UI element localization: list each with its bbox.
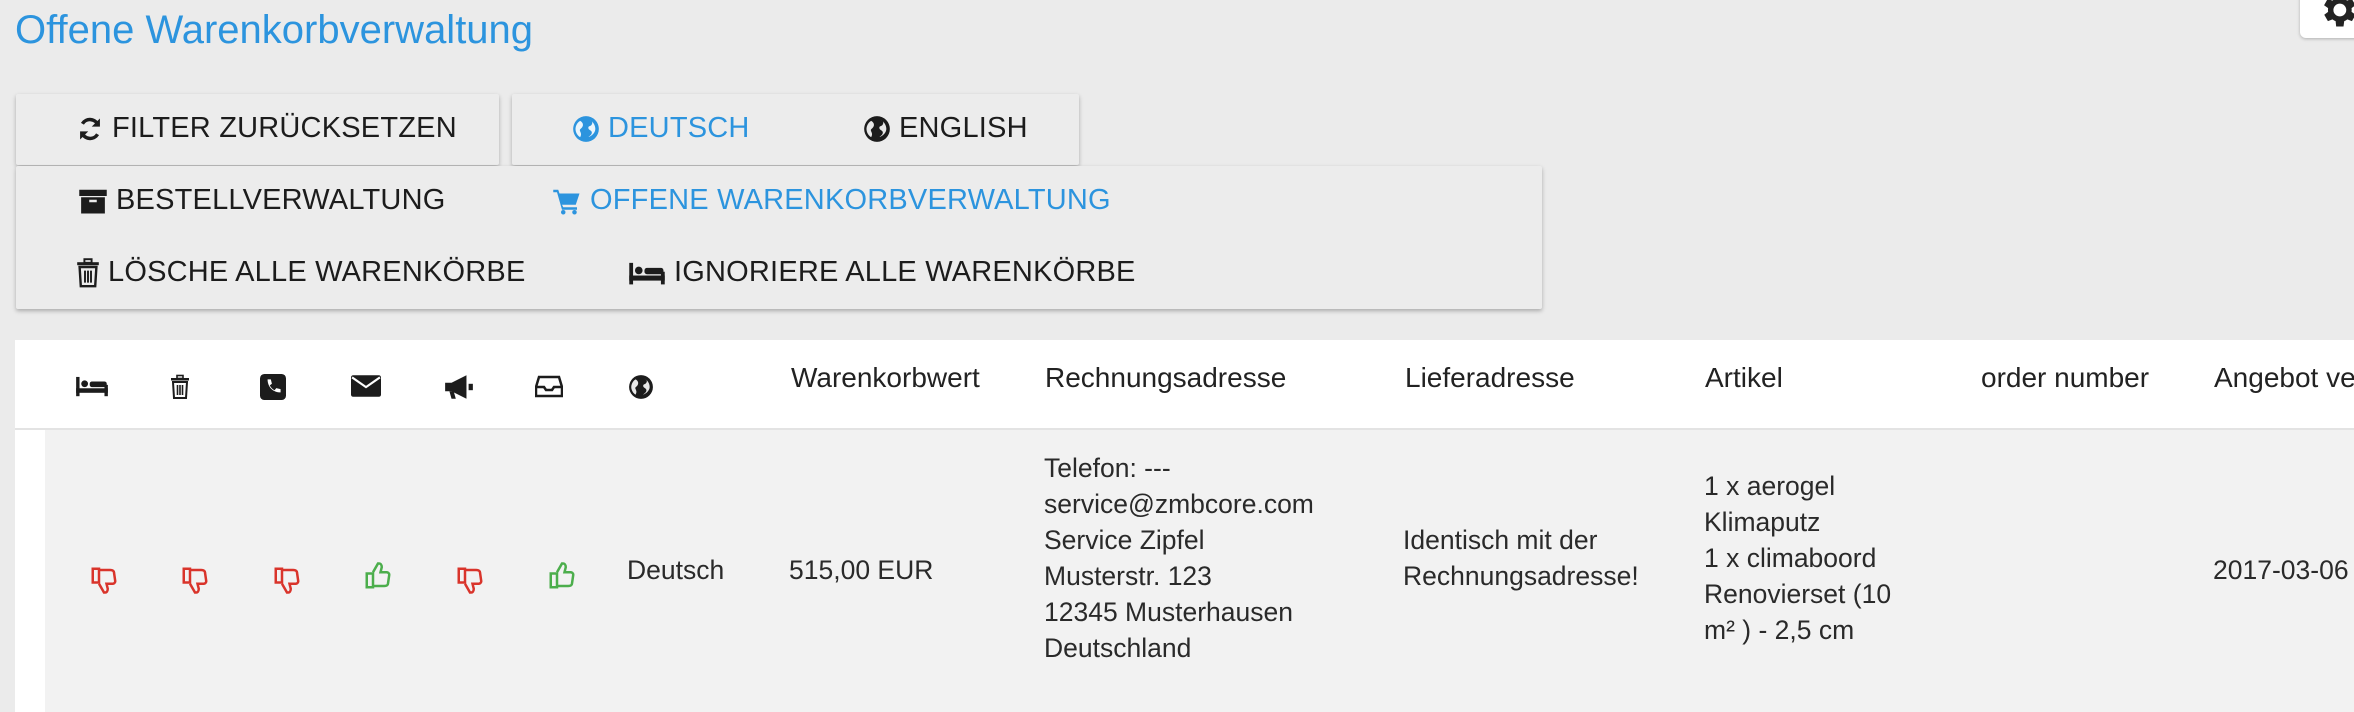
bullhorn-icon[interactable] [443, 374, 475, 400]
item-line-1: 1 x aerogel [1704, 471, 1836, 501]
reset-filter-button[interactable]: FILTER ZURÜCKSETZEN [76, 112, 457, 145]
cell-items: 1 x aerogel Klimaputz 1 x climaboord Ren… [1704, 468, 1891, 648]
billing-country: Deutschland [1044, 633, 1192, 663]
reset-filter-group: FILTER ZURÜCKSETZEN [16, 94, 499, 165]
language-en-button[interactable]: ENGLISH [863, 112, 1028, 145]
table-header: Warenkorbwert Rechnungsadresse Lieferadr… [15, 340, 2354, 430]
refresh-icon [80, 117, 100, 140]
thumbs-down-icon[interactable] [455, 565, 485, 595]
settings-button[interactable] [2300, 0, 2354, 38]
open-carts-label: OFFENE WARENKORBVERWALTUNG [590, 184, 1111, 216]
cell-shipping-address: Identisch mit der Rechnungsadresse! [1403, 522, 1639, 594]
envelope-icon[interactable] [351, 374, 381, 398]
cart-icon [553, 189, 580, 214]
globe-icon[interactable] [628, 374, 654, 400]
language-de-button[interactable]: DEUTSCH [572, 112, 750, 145]
page-title: Offene Warenkorbverwaltung [15, 8, 534, 52]
thumbs-down-icon[interactable] [180, 565, 210, 595]
delete-all-carts-label: LÖSCHE ALLE WARENKÖRBE [108, 256, 526, 288]
navigation-group: BESTELLVERWALTUNG OFFENE WARENKORBVERWAL… [16, 166, 1542, 309]
billing-street: Musterstr. 123 [1044, 561, 1212, 591]
thumbs-down-icon[interactable] [89, 565, 119, 595]
cell-cart-value: 515,00 EUR [789, 555, 934, 585]
cell-language: Deutsch [627, 555, 725, 585]
language-group: DEUTSCH ENGLISH [512, 94, 1079, 165]
billing-phone: Telefon: --- [1044, 453, 1171, 483]
cell-billing-address: Telefon: --- service@zmbcore.com Service… [1044, 450, 1314, 666]
column-header-offer[interactable]: Angebot ve [2214, 362, 2354, 394]
column-header-billing-address[interactable]: Rechnungsadresse [1045, 362, 1286, 394]
carts-table: Warenkorbwert Rechnungsadresse Lieferadr… [15, 340, 2354, 712]
open-carts-button[interactable]: OFFENE WARENKORBVERWALTUNG [552, 184, 1111, 217]
ignore-all-carts-button[interactable]: IGNORIERE ALLE WARENKÖRBE [628, 256, 1136, 289]
bed-icon[interactable] [75, 374, 109, 398]
phone-icon[interactable] [260, 374, 286, 400]
thumbs-up-icon[interactable] [363, 561, 393, 591]
delete-all-carts-button[interactable]: LÖSCHE ALLE WARENKÖRBE [76, 256, 526, 289]
archive-icon [79, 189, 107, 213]
inbox-icon[interactable] [535, 374, 563, 398]
item-line-5: m² ) - 2,5 cm [1704, 615, 1855, 645]
ignore-all-carts-label: IGNORIERE ALLE WARENKÖRBE [674, 256, 1136, 288]
item-line-2: Klimaputz [1704, 507, 1821, 537]
item-line-3: 1 x climaboord [1704, 543, 1877, 573]
billing-name: Service Zipfel [1044, 525, 1205, 555]
language-de-label: DEUTSCH [608, 112, 750, 144]
globe-icon [573, 115, 599, 142]
trash-icon [77, 257, 99, 287]
orders-label: BESTELLVERWALTUNG [116, 184, 446, 216]
reset-filter-label: FILTER ZURÜCKSETZEN [112, 112, 457, 144]
column-header-shipping-address[interactable]: Lieferadresse [1405, 362, 1575, 394]
column-header-items[interactable]: Artikel [1705, 362, 1783, 394]
shipping-line-2: Rechnungsadresse! [1403, 561, 1639, 591]
globe-icon [864, 115, 890, 142]
shipping-line-1: Identisch mit der [1403, 525, 1598, 555]
thumbs-up-icon[interactable] [547, 561, 577, 591]
cell-offer-date: 2017-03-06 [2213, 555, 2349, 585]
table-row[interactable]: Deutsch 515,00 EUR Telefon: --- service@… [45, 430, 2354, 712]
thumbs-down-icon[interactable] [272, 565, 302, 595]
billing-email: service@zmbcore.com [1044, 489, 1314, 519]
column-header-cart-value[interactable]: Warenkorbwert [791, 362, 980, 394]
orders-button[interactable]: BESTELLVERWALTUNG [78, 184, 445, 217]
column-header-order-number[interactable]: order number [1981, 362, 2149, 394]
item-line-4: Renovierset (10 [1704, 579, 1892, 609]
billing-city: 12345 Musterhausen [1044, 597, 1293, 627]
trash-icon[interactable] [170, 374, 190, 400]
gear-icon [2324, 0, 2354, 27]
language-en-label: ENGLISH [899, 112, 1028, 144]
bed-icon [629, 262, 665, 284]
